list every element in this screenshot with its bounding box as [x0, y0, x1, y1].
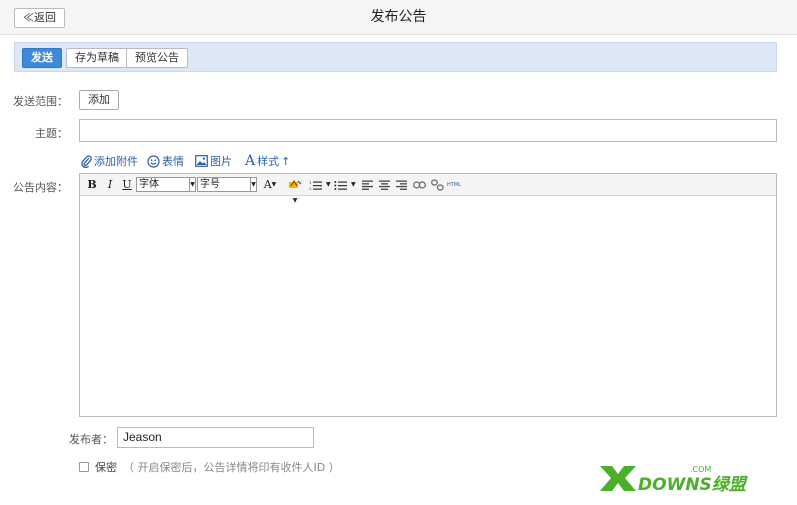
preview-button[interactable]: 预览公告 — [126, 48, 188, 68]
font-size-select[interactable]: 字号 ▼ — [197, 177, 257, 192]
content-label: 公告内容： — [13, 181, 68, 194]
watermark-text: DOWNS绿盟 — [638, 475, 749, 495]
secret-hint: （ 开启保密后，公告详情将印有收件人ID ） — [123, 461, 340, 474]
arrow-up-icon: ↑ — [281, 154, 291, 168]
unlink-icon — [430, 178, 444, 191]
save-draft-button[interactable]: 存为草稿 — [66, 48, 128, 68]
emoji-label: 表情 — [162, 155, 184, 168]
link-icon — [412, 178, 426, 191]
page-title: 发布公告 — [370, 9, 427, 25]
publisher-label: 发布者： — [69, 433, 113, 446]
align-right-icon — [395, 178, 407, 191]
italic-button[interactable]: I — [104, 177, 116, 193]
chevron-down-icon: ▼ — [189, 178, 195, 191]
secret-row: 保密 （ 开启保密后，公告详情将印有收件人ID ） — [79, 460, 340, 474]
secret-label: 保密 — [95, 461, 117, 474]
smiley-icon — [147, 154, 160, 168]
editor-toolbar: B I U 字体 ▼ 字号 ▼ A▼ ▼ 12 ▼ ▼ HTML — [80, 174, 776, 204]
caret-down-icon: ▼ — [271, 181, 277, 188]
font-size-value: 字号 — [200, 179, 220, 190]
unordered-list-button[interactable]: ▼ — [334, 177, 356, 193]
highlight-button[interactable]: ▼ — [284, 177, 306, 204]
back-button[interactable]: ≪返回 — [14, 8, 65, 28]
watermark-logo: DOWNS绿盟 .COM — [598, 458, 788, 498]
publisher-input[interactable]: Jeason — [117, 427, 314, 448]
font-style-icon: A — [245, 153, 256, 169]
font-color-label: A — [263, 178, 272, 191]
html-source-button[interactable]: HTML — [446, 177, 462, 193]
remove-link-button[interactable] — [429, 177, 445, 193]
watermark-sub: .COM — [690, 465, 711, 474]
scope-label: 发送范围： — [13, 95, 68, 108]
align-left-icon — [361, 178, 373, 191]
style-label: 样式 — [257, 155, 280, 168]
align-center-button[interactable] — [377, 177, 391, 193]
caret-down-icon: ▼ — [350, 181, 356, 188]
style-link[interactable]: A 样式 ↑ — [245, 153, 290, 169]
align-left-button[interactable] — [360, 177, 374, 193]
font-family-value: 字体 — [139, 179, 159, 190]
svg-text:1: 1 — [309, 180, 312, 185]
align-center-icon — [378, 178, 390, 191]
paperclip-icon — [81, 154, 92, 168]
emoji-link[interactable]: 表情 — [147, 153, 184, 169]
rich-text-editor: B I U 字体 ▼ 字号 ▼ A▼ ▼ 12 ▼ ▼ HTML — [79, 173, 777, 417]
add-attachment-label: 添加附件 — [94, 155, 138, 168]
subject-input[interactable] — [79, 119, 777, 142]
svg-text:2: 2 — [309, 186, 312, 191]
image-link[interactable]: 图片 — [195, 153, 232, 169]
image-icon — [195, 155, 208, 167]
secret-checkbox[interactable] — [79, 462, 89, 472]
align-right-button[interactable] — [394, 177, 408, 193]
font-family-select[interactable]: 字体 ▼ — [136, 177, 196, 192]
ordered-list-icon: 12 — [309, 178, 326, 191]
action-toolbar: 发送 存为草稿 预览公告 — [14, 42, 777, 72]
add-attachment-link[interactable]: 添加附件 — [81, 153, 138, 169]
image-label: 图片 — [210, 155, 232, 168]
font-color-button[interactable]: A▼ — [261, 177, 279, 193]
bold-button[interactable]: B — [86, 177, 98, 193]
caret-down-icon: ▼ — [325, 181, 331, 188]
editor-content-area[interactable] — [80, 197, 776, 416]
underline-button[interactable]: U — [121, 177, 133, 193]
chevron-down-icon: ▼ — [250, 178, 256, 191]
send-button[interactable]: 发送 — [22, 48, 62, 68]
subject-label: 主题： — [35, 127, 68, 140]
top-bar: ≪返回 发布公告 — [0, 0, 797, 35]
add-recipient-button[interactable]: 添加 — [79, 90, 119, 110]
bullet-list-icon — [334, 178, 351, 191]
ordered-list-button[interactable]: 12 ▼ — [309, 177, 331, 193]
highlighter-icon — [288, 178, 302, 191]
insert-link-button[interactable] — [411, 177, 427, 193]
